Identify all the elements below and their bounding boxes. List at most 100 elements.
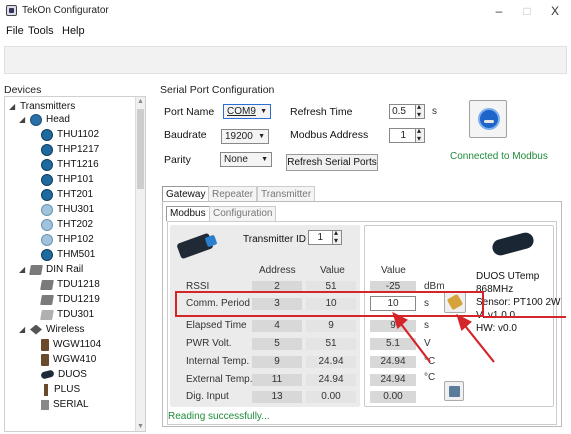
tree-label: TDU301: [57, 309, 95, 320]
expand-icon[interactable]: ◢: [19, 115, 27, 124]
tree-node-thp102[interactable]: THP102: [41, 233, 94, 246]
head-icon: [30, 113, 42, 126]
row-label-internal-temp: Internal Temp.: [186, 356, 250, 367]
expand-icon[interactable]: ◢: [19, 325, 27, 334]
connection-status-button[interactable]: [469, 100, 507, 138]
serial-device-icon: [41, 399, 49, 410]
din-rail-icon: [29, 264, 43, 275]
baudrate-label: Baudrate: [164, 129, 207, 141]
tree-node-plus[interactable]: PLUS: [41, 383, 80, 396]
sensor-icon: [41, 233, 53, 246]
sensor-icon: [41, 158, 53, 171]
read-all-button[interactable]: [444, 381, 464, 401]
tree-label: TDU1219: [57, 294, 100, 305]
tree-label: THM501: [57, 249, 96, 260]
scroll-thumb[interactable]: [137, 109, 144, 189]
sensor-icon: [41, 203, 53, 216]
expand-icon[interactable]: ◢: [9, 102, 17, 111]
wireless-icon: [30, 324, 42, 335]
tree-label: DIN Rail: [46, 264, 84, 275]
arrowhead-icon: [392, 311, 408, 329]
tab-repeater[interactable]: Repeater: [208, 186, 258, 202]
arrow-to-input: [397, 319, 431, 363]
modbus-address-label: Modbus Address: [290, 129, 369, 141]
tree-node-thu301[interactable]: THU301: [41, 203, 94, 216]
tree-node-serial[interactable]: SERIAL: [41, 398, 89, 411]
tree-node-wgw1104[interactable]: WGW1104: [41, 338, 101, 351]
tree-node-thp1217[interactable]: THP1217: [41, 143, 99, 156]
tree-node-thp101[interactable]: THP101: [41, 173, 94, 186]
menu-help[interactable]: Help: [62, 25, 85, 37]
tree-label: THT1216: [57, 159, 99, 170]
tab-transmitter[interactable]: Transmitter: [257, 186, 316, 202]
column-header-value-2: Value: [381, 265, 406, 276]
duos-model: DUOS UTemp: [476, 271, 540, 282]
sensor-icon: [41, 143, 53, 156]
cell-value: 24.94: [306, 356, 356, 368]
baudrate-select[interactable]: 19200 ▼: [221, 129, 269, 144]
parity-label: Parity: [164, 154, 191, 166]
tree-node-din-rail[interactable]: ◢ DIN Rail: [19, 263, 83, 276]
refresh-ports-button[interactable]: Refresh Serial Ports: [286, 154, 378, 171]
cell-value: 24.94: [306, 374, 356, 386]
tree-node-tht1216[interactable]: THT1216: [41, 158, 99, 171]
tree-node-tdu1219[interactable]: TDU1219: [40, 293, 100, 306]
arrow-to-write-button: [461, 321, 495, 363]
window-title: TekOn Configurator: [22, 5, 109, 16]
chevron-down-icon: ▼: [258, 133, 265, 140]
column-header-address: Address: [259, 265, 296, 276]
sensor-icon: [41, 128, 53, 141]
tree-node-wgw410[interactable]: WGW410: [41, 353, 96, 366]
modbus-address-spinner[interactable]: [415, 126, 425, 143]
cell-value: 51: [306, 338, 356, 350]
expand-icon[interactable]: ◢: [19, 265, 27, 274]
annotation-arrows: [392, 311, 495, 363]
tree-label: DUOS: [58, 369, 87, 380]
scroll-up-icon[interactable]: ▲: [137, 98, 144, 105]
sensor-icon: [41, 173, 53, 186]
tree-label: PLUS: [54, 384, 81, 395]
tree-node-duos[interactable]: DUOS: [40, 368, 87, 381]
devices-label: Devices: [4, 84, 42, 96]
tree-node-tht201[interactable]: THT201: [41, 188, 93, 201]
plus-device-icon: [44, 383, 48, 396]
transmitter-id-spinner[interactable]: [332, 228, 342, 245]
maximize-button[interactable]: □: [515, 3, 539, 19]
transmitter-id-label: Transmitter ID: [243, 234, 306, 245]
subtab-configuration[interactable]: Configuration: [209, 206, 277, 221]
tree-node-thm501[interactable]: THM501: [41, 248, 95, 261]
chevron-down-icon: ▼: [260, 108, 267, 115]
menu-file[interactable]: File: [6, 25, 24, 37]
scroll-down-icon[interactable]: ▼: [137, 423, 144, 430]
port-name-select[interactable]: COM9 ▼: [223, 104, 271, 119]
tree-scrollbar[interactable]: ▲ ▼: [135, 97, 145, 431]
transmitter-device-icon: [176, 232, 220, 260]
tree-node-tdu1218[interactable]: TDU1218: [40, 278, 100, 291]
cell-address: 9: [252, 356, 302, 368]
status-message: Reading successfully...: [168, 411, 270, 422]
tree-node-thu1102[interactable]: THU1102: [41, 128, 99, 141]
tree-label: Transmitters: [20, 101, 76, 112]
minimize-button[interactable]: –: [487, 3, 511, 19]
tree-label: SERIAL: [53, 399, 89, 410]
din-rail-icon: [40, 279, 54, 290]
row-label-external-temp: External Temp.: [186, 374, 253, 385]
subtab-modbus[interactable]: Modbus: [166, 206, 210, 221]
gateway-icon: [41, 338, 49, 351]
tree-node-transmitters[interactable]: ◢ Transmitters: [9, 100, 75, 113]
parity-select[interactable]: None ▼: [220, 152, 272, 167]
tree-label: WGW410: [53, 354, 97, 365]
tab-gateway[interactable]: Gateway: [162, 186, 210, 202]
tree-node-tdu301[interactable]: TDU301: [40, 308, 95, 321]
port-name-label: Port Name: [164, 106, 215, 118]
tree-node-tht202[interactable]: THT202: [41, 218, 93, 231]
refresh-time-spinner[interactable]: [415, 102, 425, 119]
menu-tools[interactable]: Tools: [28, 25, 54, 37]
menu-bar: File Tools Help: [0, 22, 571, 42]
row-label-elapsed-time: Elapsed Time: [186, 320, 247, 331]
tree-node-head[interactable]: ◢ Head: [19, 113, 70, 126]
tree-node-wireless[interactable]: ◢ Wireless: [19, 323, 84, 336]
close-button[interactable]: X: [543, 3, 567, 19]
gateway-icon: [41, 353, 49, 366]
tree-label: THP1217: [57, 144, 100, 155]
